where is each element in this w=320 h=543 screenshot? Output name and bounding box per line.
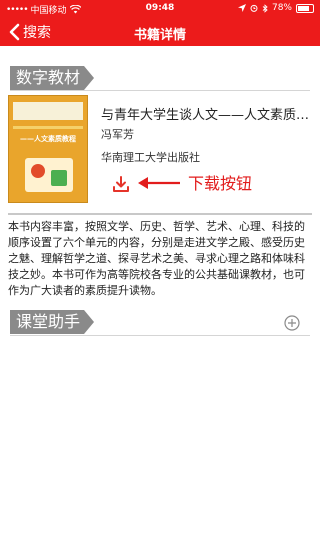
chevron-left-icon [9,23,20,41]
battery-percent: 78% [271,3,292,13]
book-description: 本书内容丰富，按照文学、历史、哲学、艺术、心理、科技的顺序设置了六个单元的内容，… [8,220,305,297]
battery-icon [296,3,314,13]
cover-title: ——人文素质教程 [20,135,76,143]
download-icon[interactable] [112,175,130,193]
plus-circle-icon[interactable] [284,315,300,331]
status-bar: ••••• 中国移动 09:48 78% [0,0,320,18]
section-tag-digital-materials: 数字教材 [10,66,94,90]
location-icon [237,4,246,12]
bluetooth-icon [262,3,268,13]
download-annotation: 下载按钮 [188,174,253,193]
section-divider [10,90,310,91]
cover-illustration [25,158,73,192]
book-cover[interactable]: ——人文素质教程 [8,95,88,203]
book-title: 与青年大学生谈人文——人文素质… [101,108,310,123]
book-author: 冯军芳 [101,128,134,141]
cover-header [13,102,83,120]
nav-bar: 搜索 书籍详情 [0,18,320,46]
back-label: 搜索 [23,25,51,41]
arrow-left-icon [138,177,180,189]
back-button[interactable]: 搜索 [8,22,51,42]
content-divider [8,213,312,215]
status-right: 78% [237,3,314,13]
book-detail-content: 数字教材 ——人文素质教程 与青年大学生谈人文——人文素质… 冯军芳 华南理工大… [0,46,320,543]
section-tag-class-assistant[interactable]: 课堂助手 [10,310,94,334]
alarm-icon [250,4,258,12]
book-publisher: 华南理工大学出版社 [101,151,200,164]
section-divider [10,335,310,336]
cover-stripe [13,126,83,129]
